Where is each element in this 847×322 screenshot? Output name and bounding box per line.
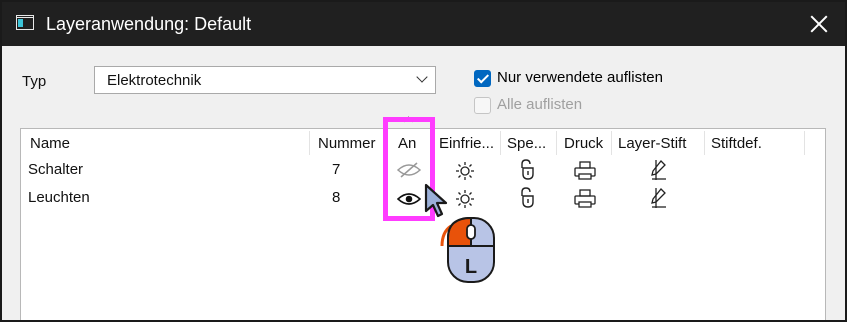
- chevron-down-icon: [416, 71, 428, 83]
- column-header-name[interactable]: Name: [30, 135, 70, 152]
- column-header-freeze[interactable]: Einfrie...: [439, 135, 494, 152]
- unlocked-icon[interactable]: [518, 159, 538, 181]
- column-divider[interactable]: [804, 131, 805, 155]
- all-list-checkbox: [474, 97, 491, 114]
- sun-icon[interactable]: [455, 161, 475, 181]
- type-label: Typ: [22, 73, 47, 90]
- dialog-window: Layeranwendung: Default Typ Elektrotechn…: [0, 0, 847, 322]
- only-used-label[interactable]: Nur verwendete auflisten: [497, 69, 663, 86]
- row-number: 7: [332, 161, 341, 178]
- row-name[interactable]: Schalter: [28, 161, 83, 178]
- column-header-layer-pen[interactable]: Layer-Stift: [618, 135, 686, 152]
- type-dropdown[interactable]: Elektrotechnik: [94, 66, 436, 94]
- column-header-number[interactable]: Nummer: [318, 135, 376, 152]
- mouse-letter: L: [465, 256, 477, 278]
- column-header-lock[interactable]: Spe...: [507, 135, 546, 152]
- no-pen-icon[interactable]: [650, 159, 668, 181]
- column-divider[interactable]: [611, 131, 612, 155]
- no-pen-icon[interactable]: [650, 187, 668, 209]
- printer-icon[interactable]: [574, 189, 596, 209]
- unlocked-icon[interactable]: [518, 187, 538, 209]
- column-divider[interactable]: [309, 131, 310, 155]
- all-list-label: Alle auflisten: [497, 96, 583, 113]
- row-number: 8: [332, 189, 341, 206]
- close-icon[interactable]: [807, 12, 831, 36]
- column-divider[interactable]: [556, 131, 557, 155]
- layer-app-icon: [16, 15, 34, 30]
- column-header-print[interactable]: Druck: [564, 135, 603, 152]
- printer-icon[interactable]: [574, 161, 596, 181]
- row-name[interactable]: Leuchten: [28, 189, 90, 206]
- mouse-left-click-icon: L: [440, 216, 495, 283]
- title-bar: Layeranwendung: Default: [2, 2, 845, 46]
- type-dropdown-value: Elektrotechnik: [107, 72, 202, 89]
- only-used-checkbox[interactable]: [474, 70, 491, 87]
- sun-icon[interactable]: [455, 189, 475, 209]
- window-title: Layeranwendung: Default: [46, 14, 252, 34]
- column-header-pen-def[interactable]: Stiftdef.: [711, 135, 762, 152]
- column-divider[interactable]: [704, 131, 705, 155]
- column-divider[interactable]: [500, 131, 501, 155]
